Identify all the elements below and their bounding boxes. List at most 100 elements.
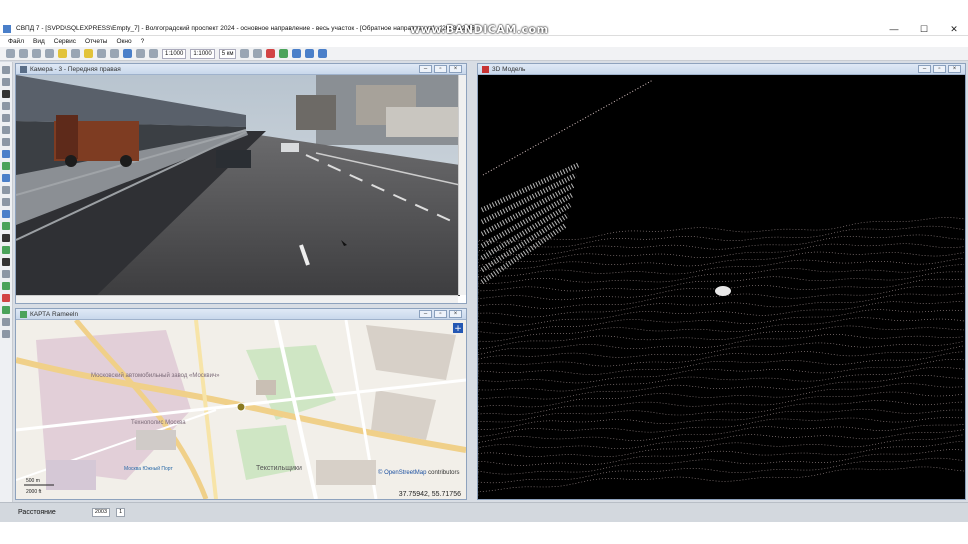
status-second-field[interactable]: 1 <box>116 508 126 517</box>
camera-vertical-scrollbar[interactable] <box>458 75 466 295</box>
menu-window[interactable]: Окно <box>116 38 131 45</box>
map-area-label: Московский автомобильный завод «Москвич» <box>91 372 220 379</box>
camera-horizontal-scrollbar[interactable] <box>16 295 458 303</box>
measure-icon[interactable] <box>136 49 145 58</box>
panel-icon[interactable] <box>2 270 10 278</box>
camera-minimize-button[interactable]: ‒ <box>419 65 432 73</box>
open-icon[interactable] <box>19 49 28 58</box>
model-icon[interactable] <box>266 49 276 58</box>
person-icon[interactable] <box>2 258 10 266</box>
close-button[interactable]: ✕ <box>940 22 968 36</box>
camera-close-button[interactable]: × <box>449 65 462 73</box>
model3d-close-button[interactable]: × <box>948 65 961 73</box>
map-restore-button[interactable]: ▫ <box>434 310 447 318</box>
point-cloud-barrier <box>480 162 580 213</box>
record-icon[interactable] <box>2 294 10 302</box>
model3d-restore-button[interactable]: ▫ <box>933 65 946 73</box>
menu-service[interactable]: Сервис <box>54 38 76 45</box>
camera-window-icon <box>20 65 27 73</box>
point-cloud-ground <box>478 217 965 496</box>
menu-file[interactable]: Файл <box>8 38 24 45</box>
camera-restore-button[interactable]: ▫ <box>434 65 447 73</box>
green-icon[interactable] <box>2 282 10 290</box>
menu-help[interactable]: ? <box>141 38 145 45</box>
status-distance-field[interactable]: 2003 <box>91 508 111 517</box>
camera-window-title: Камера - 3 - Передняя правая <box>30 65 121 73</box>
point-cloud-object <box>715 286 731 296</box>
undo-icon[interactable] <box>97 49 106 58</box>
cut-icon[interactable] <box>2 186 10 194</box>
image-icon[interactable] <box>2 210 10 218</box>
tile-vertical-icon[interactable] <box>305 49 315 58</box>
map-park-label: Технополис Москва <box>131 420 186 426</box>
pointer-icon[interactable] <box>71 49 80 58</box>
cascade-icon[interactable] <box>318 49 328 58</box>
tile-horizontal-icon[interactable] <box>292 49 302 58</box>
watermark: www.BANDICAM.com <box>410 23 549 36</box>
print-icon[interactable] <box>45 49 54 58</box>
link-icon[interactable] <box>2 174 10 182</box>
distance-select[interactable]: 5 км <box>218 48 237 59</box>
minimize-button[interactable]: — <box>880 22 908 36</box>
zoom-icon[interactable] <box>240 49 250 58</box>
app-icon <box>3 25 11 33</box>
highlight-icon[interactable] <box>58 49 67 58</box>
angle-icon[interactable] <box>149 49 158 58</box>
route-icon[interactable] <box>2 162 10 170</box>
status-distance-label: Расстояние <box>18 509 56 516</box>
table-icon[interactable] <box>2 330 10 338</box>
fit-icon[interactable] <box>253 49 263 58</box>
map-window: КАРТА Rameeln ‒ ▫ × + Московский автомоб… <box>15 308 467 500</box>
scale-select-2[interactable]: 1:1000 <box>190 48 215 59</box>
chart-icon[interactable] <box>279 49 289 58</box>
grid-icon[interactable] <box>123 49 132 58</box>
map-add-icon[interactable]: + <box>454 324 462 334</box>
map-icon[interactable] <box>2 306 10 314</box>
model3d-window-titlebar: 3D Модель ‒ ▫ × <box>478 64 965 75</box>
point-cloud-view[interactable] <box>478 75 965 499</box>
map-minimize-button[interactable]: ‒ <box>419 310 432 318</box>
model3d-window-icon <box>482 65 489 73</box>
window-title: СВПД 7 - [SVPD\SQLEXPRESS\Empty_7] - Вол… <box>16 25 477 32</box>
model3d-minimize-button[interactable]: ‒ <box>918 65 931 73</box>
left-toolbar <box>0 62 13 502</box>
map-scale-top: 500 m <box>26 478 40 484</box>
scale-select-1[interactable]: 1:1000 <box>162 48 187 59</box>
map-attribution-link[interactable]: © OpenStreetMap contributors <box>378 469 459 476</box>
map-window-titlebar: КАРТА Rameeln ‒ ▫ × <box>16 309 466 320</box>
point-cloud-line <box>482 79 654 176</box>
chart-small-icon[interactable] <box>2 318 10 326</box>
camera-icon[interactable] <box>2 150 10 158</box>
camera-view[interactable] <box>16 75 460 296</box>
app-window: СВПД 7 - [SVPD\SQLEXPRESS\Empty_7] - Вол… <box>0 22 968 522</box>
save-icon[interactable] <box>32 49 41 58</box>
maximize-button[interactable]: ☐ <box>910 22 938 36</box>
menu-view[interactable]: Вид <box>33 38 45 45</box>
pause-icon[interactable] <box>2 78 10 86</box>
layers-icon[interactable] <box>2 222 10 230</box>
main-toolbar: 1:1000 1:1000 5 км <box>0 47 968 61</box>
play-icon[interactable] <box>2 90 10 98</box>
menu-reports[interactable]: Отчеты <box>85 38 107 45</box>
layer-icon[interactable] <box>84 49 93 58</box>
map-window-title: КАРТА Rameeln <box>30 310 79 318</box>
new-icon[interactable] <box>6 49 15 58</box>
stop-icon[interactable] <box>2 66 10 74</box>
map-close-button[interactable]: × <box>449 310 462 318</box>
map-coordinates: 37.75942, 55.71756 <box>399 491 461 498</box>
step-icon[interactable] <box>2 102 10 110</box>
point-cloud-barrier <box>480 182 576 237</box>
rotate-icon[interactable] <box>2 198 10 206</box>
point-cloud-barrier <box>480 172 578 225</box>
model3d-window-title: 3D Модель <box>492 65 526 73</box>
forward-icon[interactable] <box>2 126 10 134</box>
map-window-icon <box>20 310 27 318</box>
camera-window: Камера - 3 - Передняя правая ‒ ▫ × <box>15 63 467 304</box>
rewind-icon[interactable] <box>2 114 10 122</box>
copy-icon[interactable] <box>2 138 10 146</box>
map-view[interactable]: + Московский автомобильный завод «Москви… <box>16 320 466 499</box>
terrain-icon[interactable] <box>2 246 10 254</box>
redo-icon[interactable] <box>110 49 119 58</box>
model3d-window: 3D Модель ‒ ▫ × <box>477 63 966 500</box>
triangle-icon[interactable] <box>2 234 10 242</box>
